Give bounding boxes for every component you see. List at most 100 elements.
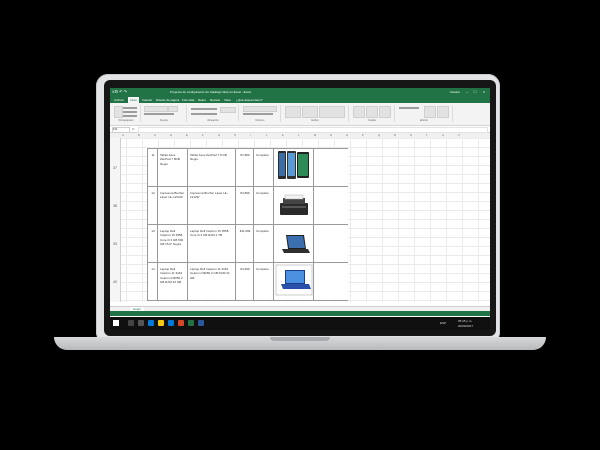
col-header[interactable]: L bbox=[298, 134, 299, 137]
col-header[interactable]: A bbox=[122, 134, 124, 137]
tab-archivo[interactable]: Archivo bbox=[114, 98, 124, 102]
minimize-icon[interactable]: – bbox=[464, 89, 470, 95]
sort-filter-button[interactable] bbox=[424, 106, 436, 118]
cell-number[interactable]: 11 bbox=[148, 149, 158, 186]
clock-date[interactable]: 20/09/2017 bbox=[458, 324, 473, 328]
col-header[interactable]: P bbox=[362, 134, 364, 137]
col-header[interactable]: C bbox=[154, 134, 156, 137]
cell-status[interactable]: Completo bbox=[254, 225, 274, 262]
find-select-button[interactable] bbox=[437, 106, 449, 118]
col-header[interactable]: Q bbox=[378, 134, 380, 137]
quick-access-toolbar[interactable]: X⊟ ↶ ↷ bbox=[112, 89, 127, 94]
row-header[interactable]: 38 bbox=[110, 204, 120, 208]
tablet-image[interactable] bbox=[274, 149, 314, 186]
col-header[interactable]: J bbox=[266, 134, 267, 137]
cell-image[interactable] bbox=[274, 187, 314, 224]
laptop-image[interactable] bbox=[274, 263, 314, 300]
format-cells-button[interactable] bbox=[379, 106, 391, 118]
conditional-format-button[interactable] bbox=[285, 106, 301, 118]
cell-number[interactable]: 13 bbox=[148, 225, 158, 262]
col-header[interactable]: B bbox=[138, 134, 140, 137]
clock-time[interactable]: 05:45 p.m. bbox=[458, 319, 472, 323]
table-row[interactable]: 11 Tablet Asus ZenPad 7 8GB Negro Tablet… bbox=[148, 149, 348, 187]
cell-name[interactable]: Impresora Brother Láser HL-1212W bbox=[158, 187, 188, 224]
col-header[interactable]: R bbox=[394, 134, 396, 137]
col-header[interactable]: V bbox=[458, 134, 460, 137]
col-header[interactable]: T bbox=[426, 134, 428, 137]
row-header[interactable]: 37 bbox=[110, 166, 120, 170]
file-explorer-icon[interactable] bbox=[158, 320, 164, 326]
cell-description[interactable]: Tablet Asus ZenPad 7 8 GB Negro bbox=[188, 149, 236, 186]
store-icon[interactable] bbox=[168, 320, 174, 326]
col-header[interactable]: F bbox=[202, 134, 204, 137]
cell-price[interactable]: €11,999 bbox=[236, 225, 254, 262]
printer-image[interactable] bbox=[274, 187, 314, 224]
tab-insertar[interactable]: Insertar bbox=[142, 98, 152, 102]
format-painter-button[interactable] bbox=[123, 115, 137, 117]
powerpoint-icon[interactable] bbox=[178, 320, 184, 326]
table-row[interactable]: 12 Impresora Brother Láser HL-1212W Impr… bbox=[148, 187, 348, 225]
wrap-text-button[interactable] bbox=[220, 107, 236, 113]
paste-button[interactable] bbox=[114, 106, 123, 118]
col-header[interactable]: U bbox=[442, 134, 444, 137]
cell-styles-button[interactable] bbox=[319, 106, 345, 118]
cell-description[interactable]: Laptop Dell Inspiron 15 3558 Core i3 4 G… bbox=[188, 225, 236, 262]
table-row[interactable]: 14 Laptop Dell Inspiron 11 3162 Celeron … bbox=[148, 263, 348, 301]
alignment-buttons[interactable] bbox=[191, 108, 217, 110]
col-header[interactable]: M bbox=[314, 134, 316, 137]
cell-name[interactable]: Tablet Asus ZenPad 7 8GB Negro bbox=[158, 149, 188, 186]
language-indicator[interactable]: ESP bbox=[440, 321, 446, 325]
insert-cells-button[interactable] bbox=[353, 106, 365, 118]
cell-status[interactable]: Completo bbox=[254, 263, 274, 300]
cell-price[interactable]: €3,899 bbox=[236, 187, 254, 224]
cut-button[interactable] bbox=[123, 107, 137, 109]
font-style-buttons[interactable] bbox=[144, 113, 174, 115]
tab-vista[interactable]: Vista bbox=[224, 98, 231, 102]
copy-button[interactable] bbox=[123, 111, 137, 113]
col-header[interactable]: D bbox=[170, 134, 172, 137]
tab-diseno-pagina[interactable]: Diseño de página bbox=[156, 98, 179, 102]
row-header[interactable]: 40 bbox=[110, 280, 120, 284]
delete-cells-button[interactable] bbox=[366, 106, 378, 118]
col-header[interactable]: I bbox=[250, 134, 251, 137]
cell-number[interactable]: 14 bbox=[148, 263, 158, 300]
cell-number[interactable]: 12 bbox=[148, 187, 158, 224]
table-row[interactable]: 13 Laptop Dell Inspiron 15 3558 Core i3 … bbox=[148, 225, 348, 263]
cell-price[interactable]: €1,899 bbox=[236, 149, 254, 186]
task-view-icon[interactable] bbox=[138, 320, 144, 326]
tab-revisar[interactable]: Revisar bbox=[210, 98, 220, 102]
tab-datos[interactable]: Datos bbox=[198, 98, 206, 102]
cell-price[interactable]: €4,999 bbox=[236, 263, 254, 300]
cell-name[interactable]: Laptop Dell Inspiron 11 3162 Celeron N30… bbox=[158, 263, 188, 300]
cell-image[interactable] bbox=[274, 263, 314, 300]
excel-icon[interactable] bbox=[188, 320, 194, 326]
font-size-select[interactable] bbox=[168, 106, 178, 112]
cell-description[interactable]: Laptop Dell Inspiron 11 3162 Celeron N30… bbox=[188, 263, 236, 300]
cell-name[interactable]: Laptop Dell Inspiron 15 3558 Core i3 4 G… bbox=[158, 225, 188, 262]
col-header[interactable]: G bbox=[218, 134, 220, 137]
cell-image[interactable] bbox=[274, 225, 314, 262]
number-format-select[interactable] bbox=[243, 106, 277, 112]
cell-status[interactable]: Completo bbox=[254, 187, 274, 224]
cell-description[interactable]: Impresora Brother Láser HL-1212W bbox=[188, 187, 236, 224]
edge-icon[interactable] bbox=[148, 320, 154, 326]
fx-icon[interactable]: fx bbox=[132, 127, 134, 131]
search-icon[interactable] bbox=[128, 320, 134, 326]
font-family-select[interactable] bbox=[144, 106, 168, 112]
maximize-icon[interactable]: □ bbox=[472, 89, 478, 95]
indent-buttons[interactable] bbox=[191, 113, 217, 115]
col-header[interactable]: N bbox=[330, 134, 332, 137]
autosum-button[interactable] bbox=[399, 107, 419, 109]
col-header[interactable]: E bbox=[186, 134, 188, 137]
windows-start-icon[interactable] bbox=[113, 320, 119, 326]
cell-image[interactable] bbox=[274, 149, 314, 186]
col-header[interactable]: O bbox=[346, 134, 348, 137]
tab-formulas[interactable]: Fórmulas bbox=[182, 98, 195, 102]
cell-status[interactable]: Completo bbox=[254, 149, 274, 186]
close-icon[interactable]: × bbox=[481, 89, 487, 95]
laptop-image[interactable] bbox=[274, 225, 314, 262]
word-icon[interactable] bbox=[198, 320, 204, 326]
col-header[interactable]: H bbox=[234, 134, 236, 137]
format-as-table-button[interactable] bbox=[302, 106, 318, 118]
user-name[interactable]: Usuario bbox=[450, 90, 460, 94]
